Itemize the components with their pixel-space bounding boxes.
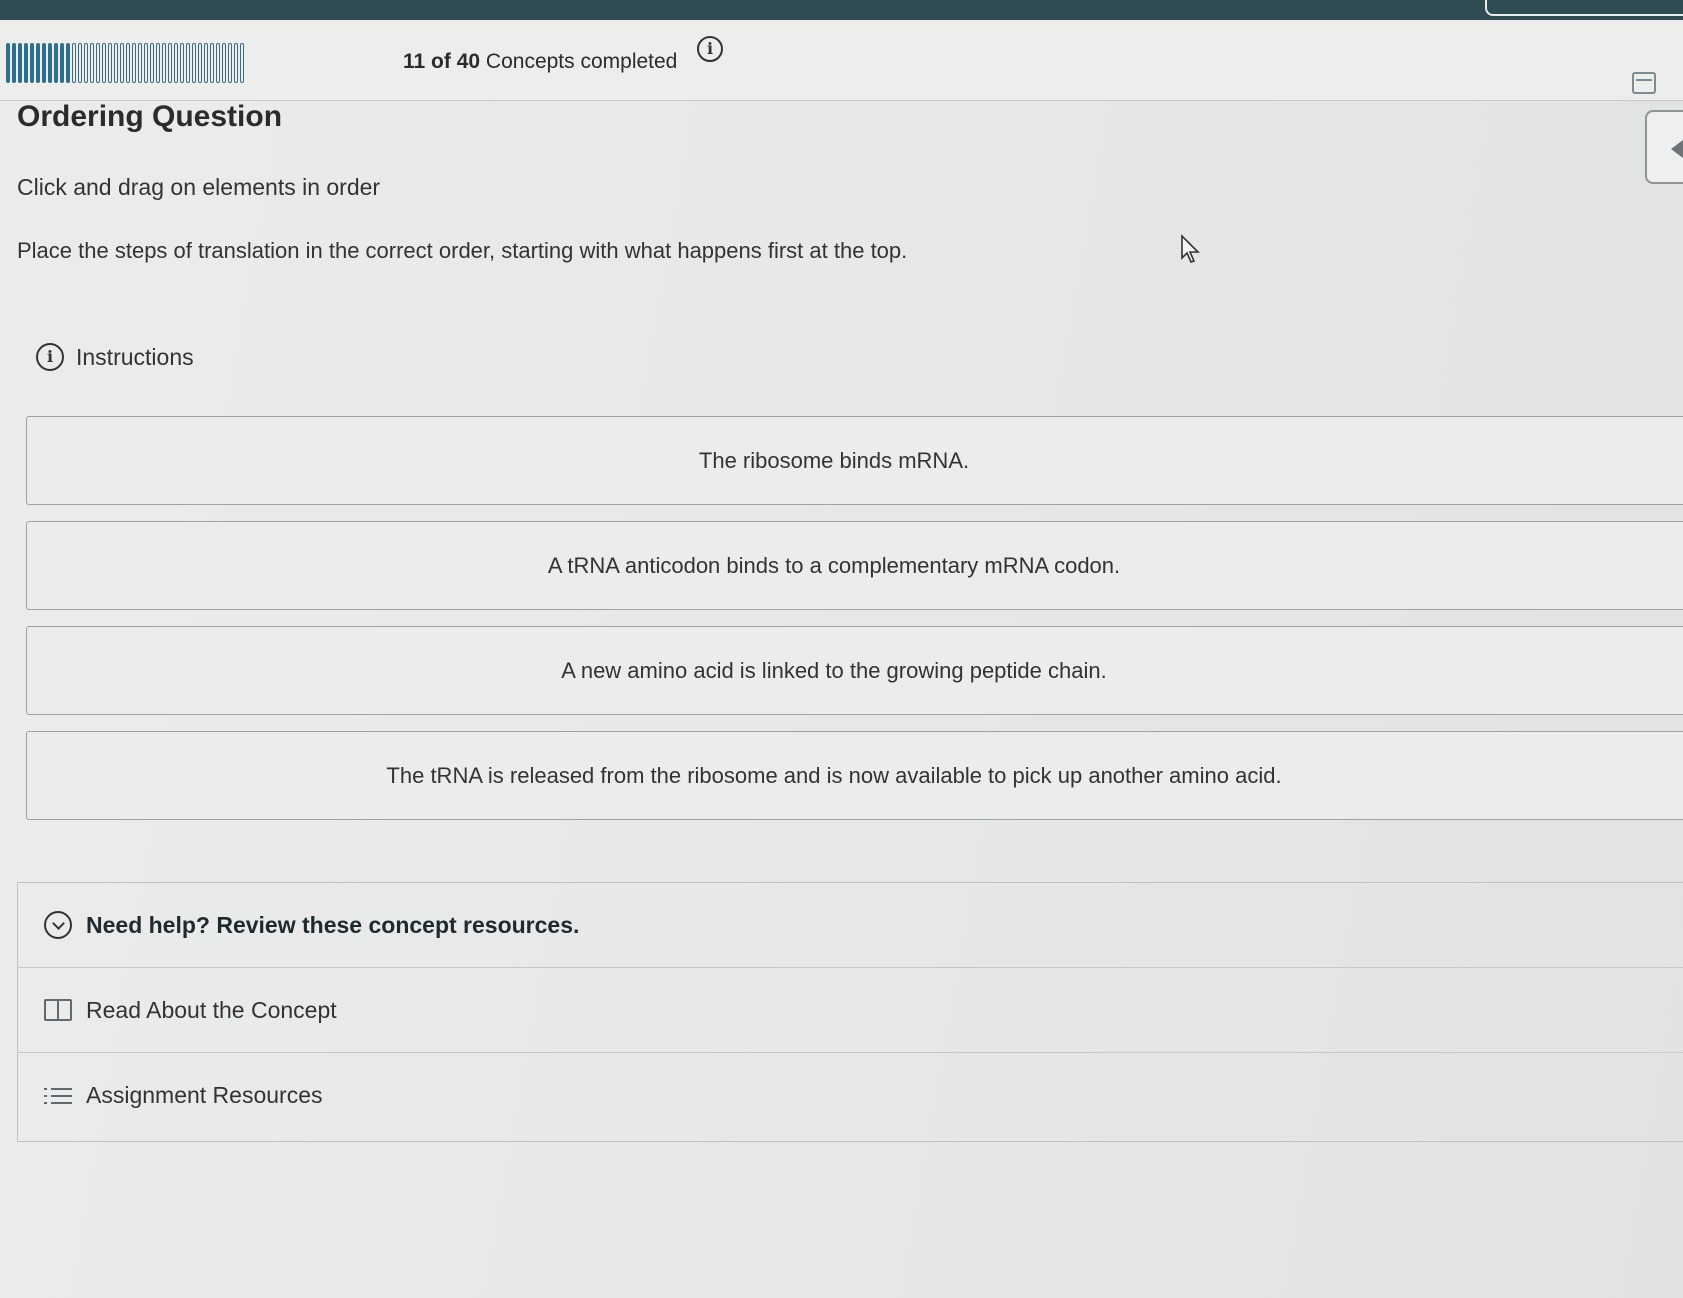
help-toggle[interactable]: Need help? Review these concept resource… bbox=[18, 883, 1683, 968]
app-page: 11 of 40 Concepts completed i Ordering Q… bbox=[0, 0, 1683, 1298]
instructions-label: Instructions bbox=[76, 343, 194, 370]
progress-tick-incomplete bbox=[180, 43, 184, 83]
info-icon: i bbox=[36, 343, 64, 371]
progress-tick-complete bbox=[24, 43, 28, 83]
progress-tick-complete bbox=[30, 43, 34, 83]
progress-tick-incomplete bbox=[102, 43, 106, 83]
progress-tick-incomplete bbox=[162, 43, 166, 83]
read-about-label: Read About the Concept bbox=[86, 996, 337, 1023]
top-tab[interactable] bbox=[1485, 0, 1683, 16]
progress-tick-incomplete bbox=[240, 43, 244, 83]
progress-tick-complete bbox=[36, 43, 40, 83]
progress-tick-incomplete bbox=[174, 43, 178, 83]
progress-tick-incomplete bbox=[120, 43, 124, 83]
progress-suffix: Concepts completed bbox=[485, 50, 678, 73]
assignment-resources-link[interactable]: Assignment Resources bbox=[18, 1053, 1683, 1138]
progress-tick-complete bbox=[60, 43, 64, 83]
order-item[interactable]: The ribosome binds mRNA. bbox=[26, 416, 1683, 505]
question-instruction: Click and drag on elements in order bbox=[17, 174, 381, 200]
assignment-resources-label: Assignment Resources bbox=[86, 1082, 323, 1108]
ordering-list: The ribosome binds mRNA. A tRNA anticodo… bbox=[26, 416, 1683, 836]
progress-tick-complete bbox=[48, 43, 52, 83]
progress-tick-incomplete bbox=[156, 43, 160, 83]
progress-tick-incomplete bbox=[72, 43, 76, 83]
progress-tick-complete bbox=[12, 43, 16, 83]
progress-tick-incomplete bbox=[126, 43, 130, 83]
progress-tick-incomplete bbox=[84, 43, 88, 83]
instructions-toggle[interactable]: i Instructions bbox=[36, 342, 194, 372]
total-count: 40 bbox=[456, 50, 481, 73]
info-icon[interactable]: i bbox=[697, 36, 723, 62]
progress-tick-incomplete bbox=[222, 43, 226, 83]
order-item[interactable]: A new amino acid is linked to the growin… bbox=[26, 626, 1683, 715]
progress-tick-incomplete bbox=[198, 43, 202, 83]
progress-tick-incomplete bbox=[228, 43, 232, 83]
order-item-text: A new amino acid is linked to the growin… bbox=[561, 657, 1107, 683]
question-type-title: Ordering Question bbox=[17, 100, 283, 133]
progress-tick-incomplete bbox=[216, 43, 220, 83]
top-bar bbox=[0, 0, 1683, 20]
book-icon bbox=[44, 999, 72, 1021]
progress-tick-incomplete bbox=[168, 43, 172, 83]
help-resources-panel: Need help? Review these concept resource… bbox=[17, 882, 1683, 1142]
progress-tick-incomplete bbox=[192, 43, 196, 83]
progress-count: 11 of 40 bbox=[403, 50, 486, 73]
order-item[interactable]: A tRNA anticodon binds to a complementar… bbox=[26, 521, 1683, 610]
progress-tick-incomplete bbox=[204, 43, 208, 83]
progress-tick-incomplete bbox=[132, 43, 136, 83]
progress-tick-complete bbox=[42, 43, 46, 83]
progress-header: 11 of 40 Concepts completed i bbox=[0, 20, 1683, 101]
side-panel-tab[interactable] bbox=[1645, 110, 1683, 184]
mouse-cursor-icon bbox=[1181, 234, 1200, 263]
progress-tick-complete bbox=[18, 43, 22, 83]
progress-tick-incomplete bbox=[114, 43, 118, 83]
progress-tick-incomplete bbox=[90, 43, 94, 83]
completed-count: 11 bbox=[403, 50, 426, 73]
read-about-concept-link[interactable]: Read About the Concept bbox=[18, 968, 1683, 1053]
question-prompt: Place the steps of translation in the co… bbox=[17, 238, 908, 263]
progress-tick-incomplete bbox=[108, 43, 112, 83]
progress-tick-incomplete bbox=[210, 43, 214, 83]
order-item-text: The tRNA is released from the ribosome a… bbox=[386, 762, 1282, 788]
calendar-icon[interactable] bbox=[1632, 72, 1656, 94]
progress-tick-incomplete bbox=[78, 43, 82, 83]
list-icon bbox=[44, 1086, 72, 1106]
progress-bar bbox=[6, 43, 244, 83]
progress-tick-complete bbox=[54, 43, 58, 83]
progress-tick-incomplete bbox=[96, 43, 100, 83]
order-item[interactable]: The tRNA is released from the ribosome a… bbox=[26, 731, 1683, 820]
progress-tick-incomplete bbox=[144, 43, 148, 83]
progress-tick-incomplete bbox=[150, 43, 154, 83]
progress-tick-incomplete bbox=[186, 43, 190, 83]
help-heading: Need help? Review these concept resource… bbox=[86, 911, 580, 938]
order-item-text: The ribosome binds mRNA. bbox=[698, 447, 970, 473]
speaker-icon bbox=[1671, 140, 1683, 158]
progress-tick-complete bbox=[6, 43, 10, 83]
of-label: of bbox=[431, 50, 451, 73]
progress-tick-incomplete bbox=[138, 43, 142, 83]
order-item-text: A tRNA anticodon binds to a complementar… bbox=[547, 552, 1121, 578]
progress-tick-complete bbox=[66, 43, 70, 83]
progress-tick-incomplete bbox=[234, 43, 238, 83]
progress-label: 11 of 40 Concepts completed bbox=[403, 50, 677, 74]
chevron-down-icon bbox=[44, 911, 72, 939]
